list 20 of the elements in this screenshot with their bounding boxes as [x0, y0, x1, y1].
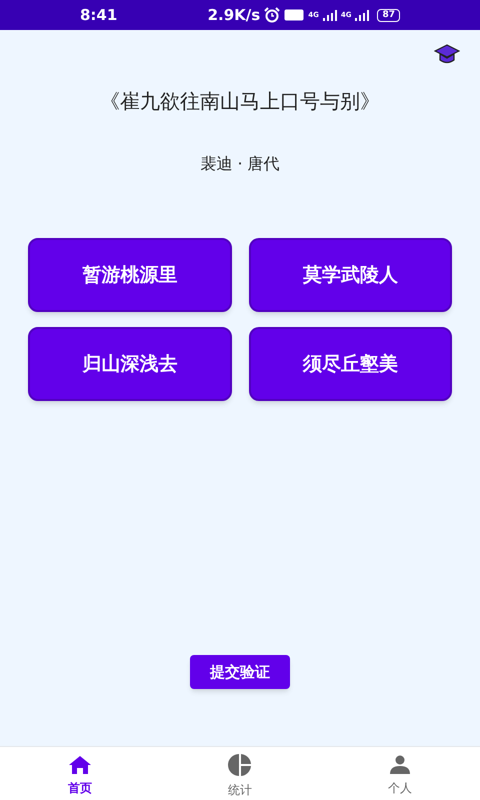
- answer-option[interactable]: 暂游桃源里: [28, 238, 232, 312]
- pie-chart-icon: [228, 752, 252, 776]
- graduation-cap-icon[interactable]: [434, 44, 460, 66]
- status-time: 8:41: [80, 4, 118, 26]
- signal-icon: [322, 10, 337, 20]
- nav-tab[interactable]: 个人: [320, 747, 480, 800]
- nav-tab[interactable]: 首页: [0, 747, 160, 800]
- poem-title: 《崔九欲往南山马上口号与别》: [99, 88, 381, 115]
- answer-option[interactable]: 莫学武陵人: [248, 238, 452, 312]
- signal-icon: [355, 10, 370, 20]
- alarm-icon: [264, 7, 280, 23]
- home-icon: [68, 754, 92, 774]
- person-icon: [389, 754, 411, 774]
- battery-indicator: 87: [377, 8, 400, 22]
- submit-button[interactable]: 提交验证: [190, 655, 290, 689]
- network-speed: 2.9K/s: [208, 4, 260, 26]
- answer-option[interactable]: 归山深浅去: [28, 327, 232, 401]
- poem-author: 裴迪 · 唐代: [199, 153, 281, 175]
- answer-option[interactable]: 须尽丘壑美: [248, 327, 452, 401]
- nav-tab[interactable]: 统计: [160, 747, 320, 800]
